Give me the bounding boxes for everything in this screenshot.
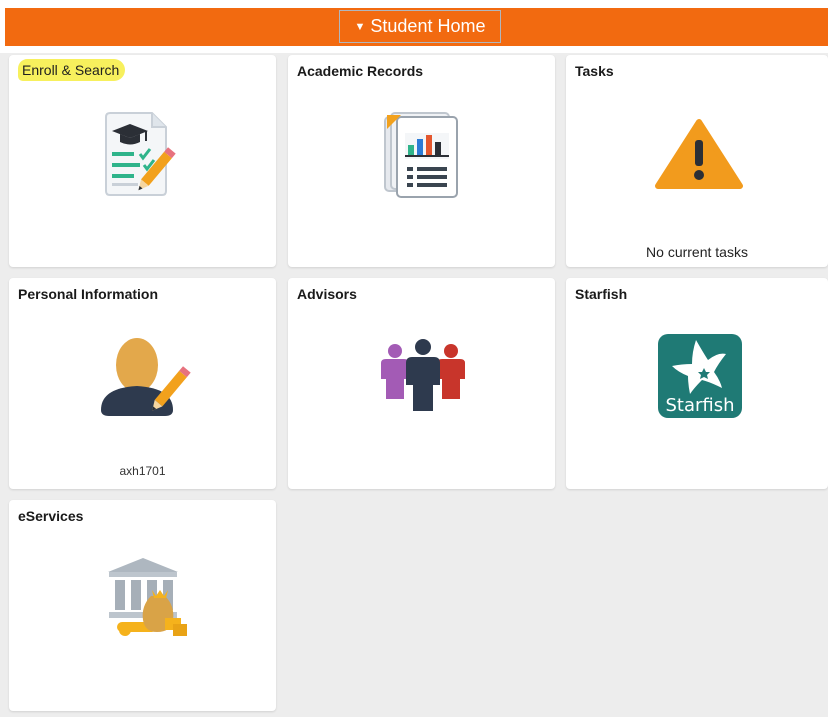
tile-advisors[interactable]: Advisors	[288, 278, 555, 489]
tile-personal-information[interactable]: Personal Information axh1701	[9, 278, 276, 489]
tile-title: Tasks	[575, 63, 614, 79]
starfish-logo-text: Starfish	[665, 395, 734, 416]
enroll-document-icon	[102, 111, 192, 199]
bank-money-icon	[103, 556, 193, 642]
tile-enroll-search[interactable]: Enroll & Search	[9, 55, 276, 267]
tile-title: eServices	[18, 508, 84, 524]
tile-title: Academic Records	[297, 63, 424, 79]
student-home-dropdown[interactable]: ▼ Student Home	[339, 10, 501, 43]
advisors-group-icon	[378, 339, 468, 413]
tasks-status-text: No current tasks	[646, 244, 748, 260]
starfish-logo-icon: Starfish	[656, 332, 744, 420]
tile-tasks[interactable]: Tasks No current tasks	[566, 55, 828, 267]
tile-starfish[interactable]: Starfish Starfish	[566, 278, 828, 489]
tile-title: Advisors	[297, 286, 357, 302]
warning-icon	[654, 118, 744, 190]
top-header: ▼ Student Home	[0, 0, 828, 53]
page-title: Student Home	[370, 16, 486, 36]
academic-records-icon	[381, 111, 461, 199]
tile-title: Enroll & Search	[18, 59, 126, 81]
tile-title: Personal Information	[18, 286, 159, 302]
username-label: axh1701	[119, 464, 166, 478]
tile-eservices[interactable]: eServices	[9, 500, 276, 711]
person-edit-icon	[99, 330, 193, 422]
caret-down-icon: ▼	[354, 21, 366, 33]
tile-academic-records[interactable]: Academic Records	[288, 55, 555, 267]
tile-title: Starfish	[575, 286, 628, 302]
